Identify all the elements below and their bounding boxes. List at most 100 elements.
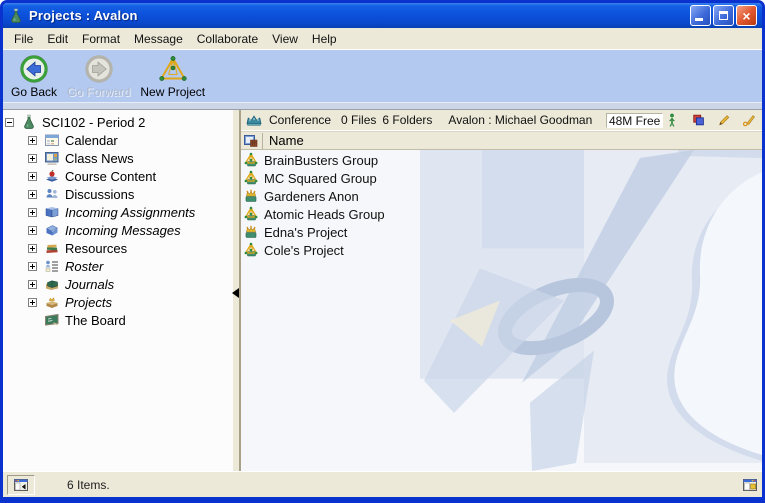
- main-area: SCI102 - Period 2 Calendar Class News Cours…: [3, 110, 762, 471]
- list-item-edna-s-project[interactable]: Edna's Project: [241, 223, 762, 241]
- project-pyramid-icon: [243, 206, 259, 222]
- project-pyramid-icon: [243, 242, 259, 258]
- tree-item-course-content[interactable]: Course Content: [3, 167, 233, 185]
- maximize-icon: [719, 11, 728, 20]
- tree-item-projects[interactable]: Projects: [3, 293, 233, 311]
- list-item-label[interactable]: MC Squared Group: [264, 171, 377, 186]
- discussions-icon: [44, 186, 60, 202]
- list-item-brainbusters-group[interactable]: BrainBusters Group: [241, 151, 762, 169]
- sidebar-tree: SCI102 - Period 2 Calendar Class News Cours…: [3, 110, 233, 471]
- tree-item-label[interactable]: Roster: [65, 259, 103, 274]
- tree-item-the-board[interactable]: The Board: [3, 311, 233, 329]
- files-count: 0 Files: [341, 113, 376, 127]
- tree-item-journals[interactable]: Journals: [3, 275, 233, 293]
- status-text: 6 Items.: [67, 478, 734, 492]
- list-item-label[interactable]: Cole's Project: [264, 243, 344, 258]
- tree-item-label[interactable]: Projects: [65, 295, 112, 310]
- key-pencil-icon[interactable]: [742, 112, 756, 128]
- file-list: BrainBusters Group MC Squared Group Garden…: [241, 150, 762, 471]
- expand-toggle[interactable]: [28, 154, 37, 163]
- list-item-label[interactable]: BrainBusters Group: [264, 153, 378, 168]
- tree-item-label[interactable]: Incoming Assignments: [65, 205, 195, 220]
- expand-toggle[interactable]: [28, 298, 37, 307]
- flask-icon: [21, 114, 37, 130]
- tree-item-label[interactable]: Incoming Messages: [65, 223, 181, 238]
- tree-item-label[interactable]: Journals: [65, 277, 114, 292]
- status-left-cell[interactable]: [7, 475, 35, 495]
- panel-splitter[interactable]: [233, 110, 241, 471]
- toolbar-go-forward: Go Forward: [67, 54, 130, 99]
- resources-icon: [44, 240, 60, 256]
- list-item-label[interactable]: Atomic Heads Group: [264, 207, 385, 222]
- expand-toggle[interactable]: [28, 262, 37, 271]
- list-item-label[interactable]: Edna's Project: [264, 225, 347, 240]
- expand-toggle[interactable]: [28, 136, 37, 145]
- tree-item-incoming-assignments[interactable]: Incoming Assignments: [3, 203, 233, 221]
- toolbar-label: New Project: [140, 85, 205, 99]
- project-pyramid-icon: [243, 170, 259, 186]
- expand-toggle[interactable]: [28, 172, 37, 181]
- free-space-indicator: 48M Free: [606, 113, 663, 128]
- tree-item-sci102-period-2[interactable]: SCI102 - Period 2: [3, 113, 233, 131]
- tree-item-discussions[interactable]: Discussions: [3, 185, 233, 203]
- menu-bar: FileEditFormatMessageCollaborateViewHelp: [3, 28, 762, 50]
- tree-item-label[interactable]: Discussions: [65, 187, 134, 202]
- name-column-label: Name: [269, 133, 304, 148]
- conference-title: Conference: [269, 113, 331, 127]
- status-right-cell[interactable]: [734, 477, 758, 493]
- close-icon: ×: [742, 9, 750, 23]
- toolbar: Go Back Go Forward New Project: [3, 50, 762, 102]
- menu-message[interactable]: Message: [127, 29, 190, 49]
- tree-item-label[interactable]: Class News: [65, 151, 134, 166]
- toolbar-label: Go Forward: [67, 85, 130, 99]
- title-bar[interactable]: Projects : Avalon ×: [3, 3, 762, 28]
- expand-toggle[interactable]: [28, 280, 37, 289]
- server-owner: Avalon : Michael Goodman: [448, 113, 592, 127]
- list-item-label[interactable]: Gardeners Anon: [264, 189, 359, 204]
- member-icon[interactable]: [667, 112, 681, 128]
- name-column-header[interactable]: Name: [241, 131, 762, 150]
- list-item-atomic-heads-group[interactable]: Atomic Heads Group: [241, 205, 762, 223]
- minimize-button[interactable]: [690, 5, 711, 26]
- list-item-mc-squared-group[interactable]: MC Squared Group: [241, 169, 762, 187]
- panel-toggle-right-icon[interactable]: [742, 477, 758, 493]
- panel-toggle-left-icon[interactable]: [13, 477, 29, 493]
- board-icon: [44, 312, 60, 328]
- menu-help[interactable]: Help: [305, 29, 344, 49]
- list-item-gardeners-anon[interactable]: Gardeners Anon: [241, 187, 762, 205]
- expand-toggle[interactable]: [28, 244, 37, 253]
- tree-item-roster[interactable]: Roster: [3, 257, 233, 275]
- collapse-arrow-icon[interactable]: [232, 288, 239, 298]
- tree-item-label[interactable]: Resources: [65, 241, 127, 256]
- maximize-button[interactable]: [713, 5, 734, 26]
- pencil-icon[interactable]: [717, 112, 731, 128]
- layers-icon[interactable]: [692, 112, 706, 128]
- tree-item-incoming-messages[interactable]: Incoming Messages: [3, 221, 233, 239]
- expand-toggle[interactable]: [28, 226, 37, 235]
- expand-toggle[interactable]: [28, 190, 37, 199]
- close-button[interactable]: ×: [736, 5, 757, 26]
- expand-toggle[interactable]: [28, 208, 37, 217]
- tree-item-label[interactable]: Course Content: [65, 169, 156, 184]
- go-forward-icon: [84, 54, 114, 84]
- menu-collaborate[interactable]: Collaborate: [190, 29, 265, 49]
- tree-item-calendar[interactable]: Calendar: [3, 131, 233, 149]
- roster-icon: [44, 258, 60, 274]
- tree-item-label[interactable]: SCI102 - Period 2: [42, 115, 145, 130]
- projects-icon: [44, 294, 60, 310]
- list-item-cole-s-project[interactable]: Cole's Project: [241, 241, 762, 259]
- toolbar-new-project[interactable]: New Project: [140, 54, 205, 99]
- tree-item-label[interactable]: Calendar: [65, 133, 118, 148]
- menu-format[interactable]: Format: [75, 29, 127, 49]
- folders-count: 6 Folders: [382, 113, 432, 127]
- tree-item-resources[interactable]: Resources: [3, 239, 233, 257]
- toolbar-go-back[interactable]: Go Back: [11, 54, 57, 99]
- menu-view[interactable]: View: [265, 29, 305, 49]
- tree-item-class-news[interactable]: Class News: [3, 149, 233, 167]
- header-action-icons: [663, 112, 756, 128]
- menu-edit[interactable]: Edit: [40, 29, 75, 49]
- collapse-toggle[interactable]: [5, 118, 14, 127]
- tree-item-label[interactable]: The Board: [65, 313, 126, 328]
- menu-file[interactable]: File: [7, 29, 40, 49]
- conference-header: Conference 0 Files 6 Folders Avalon : Mi…: [241, 110, 762, 131]
